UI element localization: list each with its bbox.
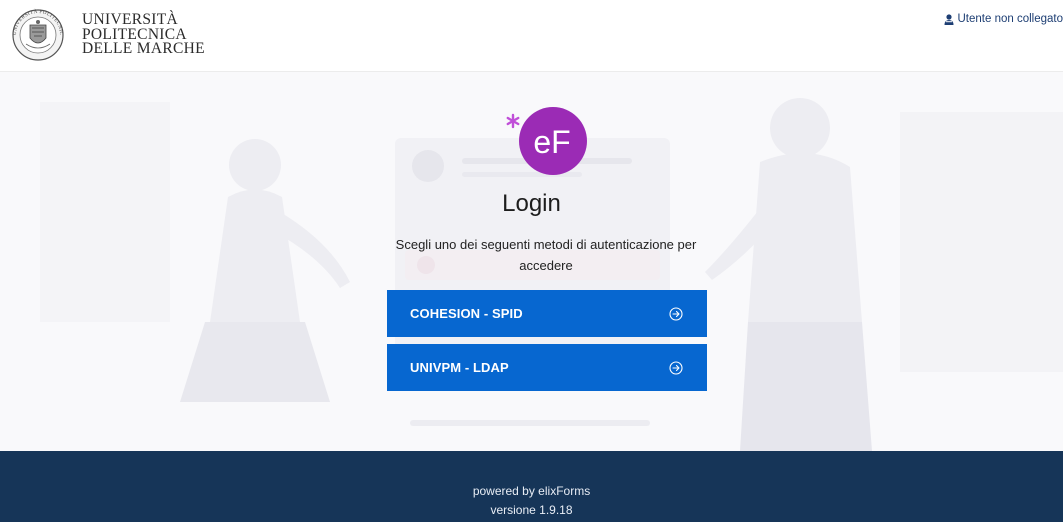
logo-text: eF [533, 124, 570, 160]
university-name: UNIVERSITÀ POLITECNICA DELLE MARCHE [82, 12, 205, 58]
elixforms-logo: eF [506, 107, 587, 175]
univpm-ldap-login-button[interactable]: UNIVPM - LDAP [387, 344, 707, 391]
cohesion-spid-login-button[interactable]: COHESION - SPID [387, 290, 707, 337]
arrow-circle-right-icon [669, 360, 683, 375]
asterisk-icon [506, 113, 520, 129]
user-status-label: Utente non collegato [957, 13, 1063, 25]
version-text: versione 1.9.18 [490, 503, 573, 517]
page-title: Login [502, 190, 561, 217]
header: UNIVERSITÀ POLITECNICA DELLE MARCHE UNIV… [0, 0, 1063, 72]
button-label: COHESION - SPID [410, 306, 523, 321]
login-section: eF Login Scegli uno dei seguenti metodi … [0, 72, 1063, 451]
user-status[interactable]: Utente non collegato [944, 13, 1063, 25]
button-label: UNIVPM - LDAP [410, 360, 509, 375]
university-brand[interactable]: UNIVERSITÀ POLITECNICA DELLE MARCHE UNIV… [8, 8, 205, 61]
powered-by-text: powered by elixForms [472, 484, 591, 498]
login-instructions: Scegli uno dei seguenti metodi di autent… [395, 237, 697, 273]
arrow-circle-right-icon [669, 306, 683, 321]
university-name-line-3: DELLE MARCHE [82, 40, 205, 58]
user-icon [944, 13, 953, 25]
university-seal-icon: UNIVERSITÀ POLITECNICA DELLE MARCHE [8, 8, 64, 61]
footer: powered by elixForms versione 1.9.18 [0, 451, 1063, 522]
